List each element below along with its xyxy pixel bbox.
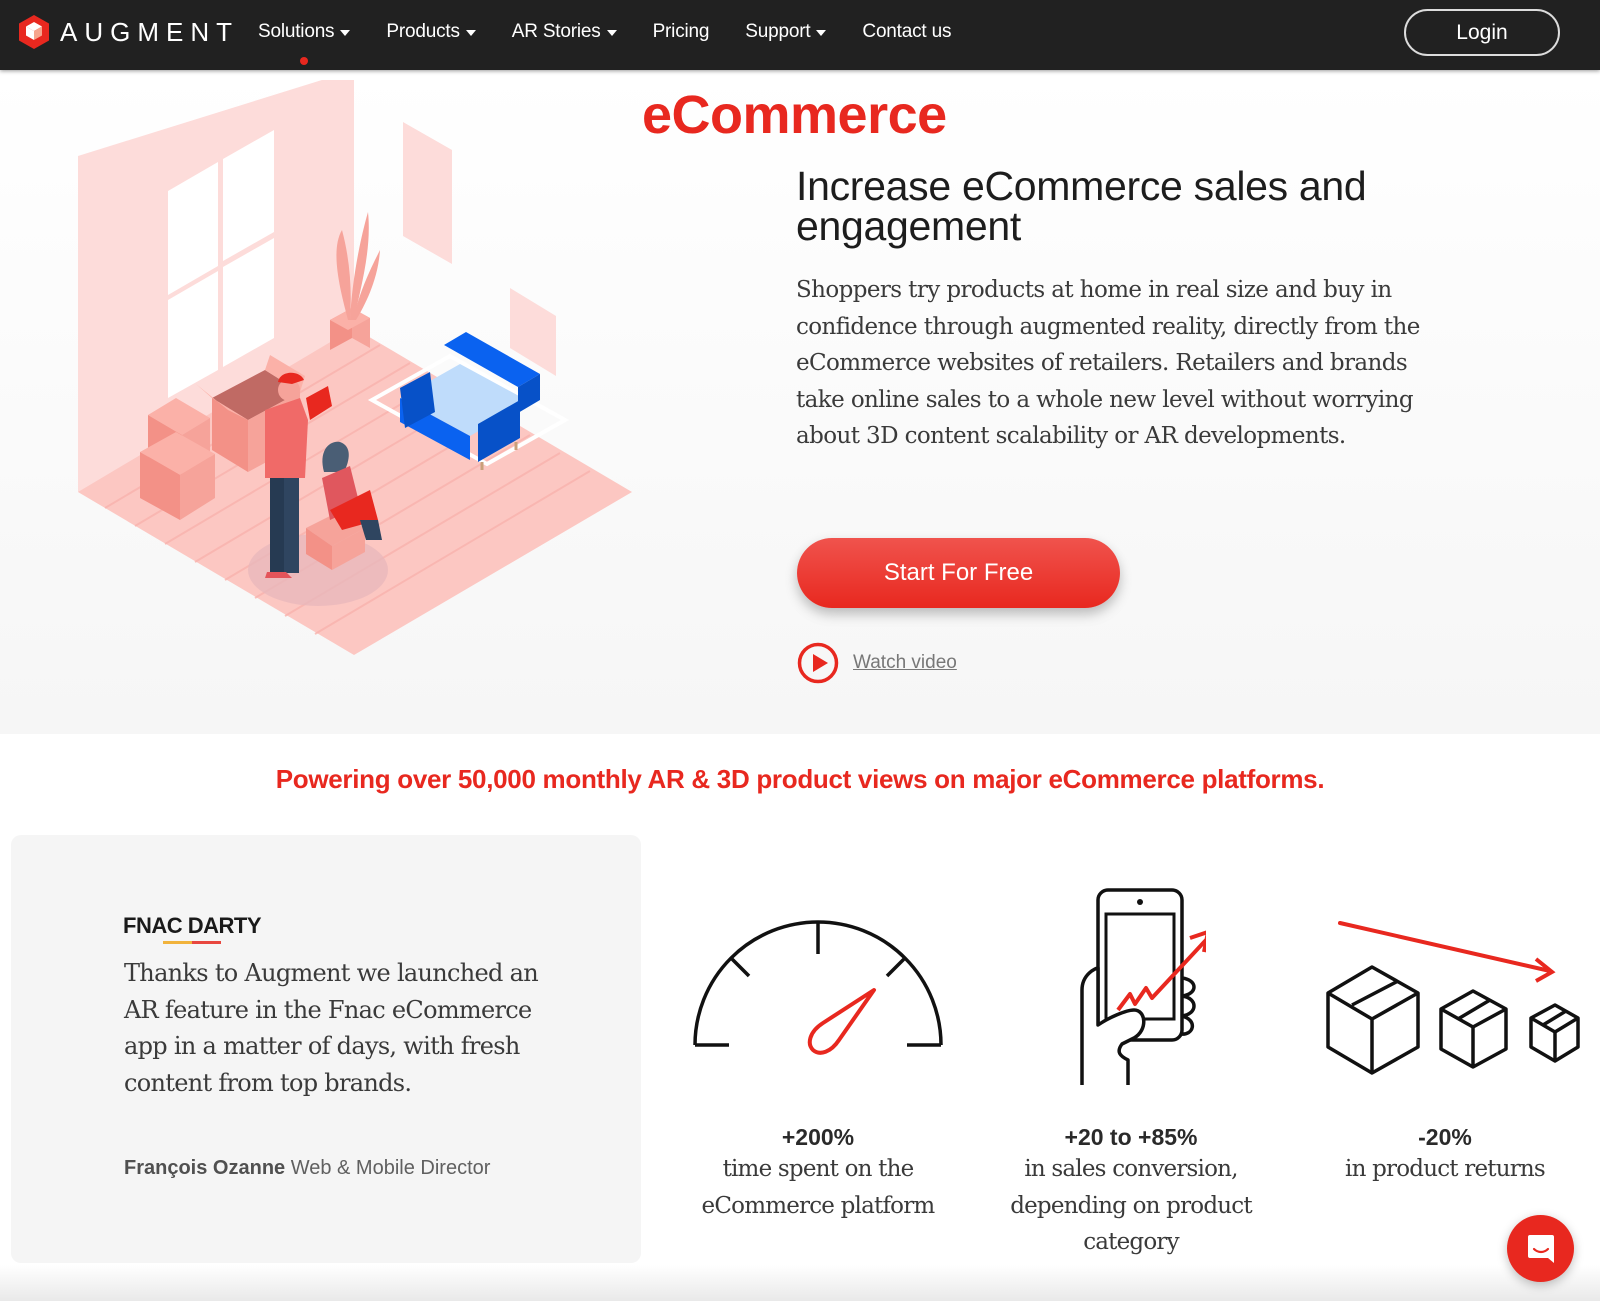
page-title: eCommerce: [642, 85, 947, 145]
author-name: François Ozanne: [124, 1157, 286, 1179]
top-navbar: AUGMENT Solutions Products AR Stories Pr…: [0, 0, 1600, 70]
stat-sales-conversion: +20 to +85% in sales conversion, dependi…: [981, 860, 1281, 1261]
nav-item-label: AR Stories: [511, 21, 601, 42]
nav-item-pricing[interactable]: Pricing: [635, 21, 728, 43]
chat-launcher-button[interactable]: [1507, 1215, 1574, 1282]
phone-growth-icon: [1080, 888, 1206, 1085]
nav-item-support[interactable]: Support: [727, 21, 844, 43]
start-for-free-button[interactable]: Start For Free: [797, 538, 1120, 608]
ar-room-illustration: [78, 80, 632, 655]
caret-down-icon: [816, 30, 827, 36]
stat-value: +20 to +85%: [1064, 1124, 1198, 1150]
testimonial-quote: Thanks to Augment we launched an AR feat…: [124, 959, 539, 1097]
watch-video-label: Watch video: [853, 652, 957, 673]
nav-item-label: Pricing: [652, 21, 710, 42]
nav-item-products[interactable]: Products: [368, 21, 493, 43]
stat-value: +200%: [781, 1124, 855, 1150]
nav-item-solutions[interactable]: Solutions: [240, 21, 368, 65]
nav-item-label: Products: [386, 21, 460, 42]
stat-description: in product returns: [1345, 1156, 1546, 1182]
nav-item-label: Contact us: [862, 21, 952, 42]
stat-product-returns: -20% in product returns: [1295, 860, 1595, 1188]
hero-subtitle: Increase eCommerce sales and engagement: [796, 163, 1367, 249]
nav-item-label: Support: [745, 21, 811, 42]
login-button[interactable]: Login: [1404, 9, 1560, 56]
page-bottom-fade: [0, 1265, 1600, 1301]
play-circle-icon: [797, 642, 839, 684]
augment-logo[interactable]: AUGMENT: [18, 14, 239, 50]
testimonial-author: François Ozanne Web & Mobile Director: [124, 1157, 490, 1180]
hero-description: Shoppers try products at home in real si…: [796, 277, 1420, 449]
speedometer-icon: [693, 920, 943, 1055]
caret-down-icon: [340, 30, 351, 36]
stat-description: in sales conversion, depending on produc…: [1010, 1156, 1252, 1255]
nav-item-ar-stories[interactable]: AR Stories: [494, 21, 635, 43]
chat-bubble-icon: [1527, 1234, 1554, 1263]
boxes-decrease-icon: [1326, 921, 1580, 1075]
active-indicator: [300, 57, 309, 65]
brand-name: AUGMENT: [60, 16, 239, 47]
powering-headline: Powering over 50,000 monthly AR & 3D pro…: [275, 764, 1325, 794]
augment-cube-icon: [19, 15, 49, 49]
caret-down-icon: [606, 30, 617, 36]
brand-underline: [163, 941, 221, 944]
stat-value: -20%: [1418, 1124, 1472, 1150]
stat-time-spent: +200% time spent on the eCommerce platfo…: [668, 860, 968, 1224]
watch-video-link[interactable]: Watch video: [797, 642, 957, 684]
nav-item-label: Solutions: [258, 21, 335, 42]
stat-description: time spent on the eCommerce platform: [701, 1156, 936, 1219]
nav-item-contact-us[interactable]: Contact us: [844, 21, 969, 43]
hero-section: eCommerce Increase eCommerce sales and e…: [0, 70, 1600, 734]
testimonial-card: FNAC DARTY Thanks to Augment we launched…: [11, 835, 641, 1263]
caret-down-icon: [465, 30, 476, 36]
author-role: Web & Mobile Director: [290, 1157, 491, 1179]
fnac-darty-logo: FNAC DARTY: [123, 913, 262, 938]
